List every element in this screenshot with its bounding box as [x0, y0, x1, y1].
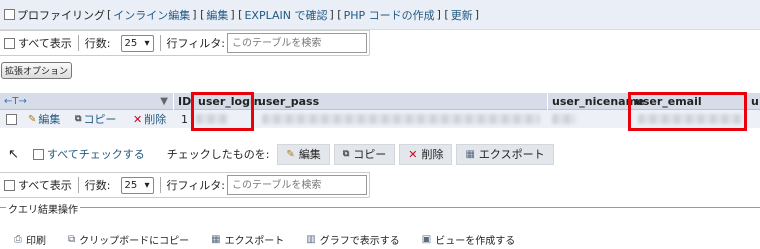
print-label: 印刷 — [26, 236, 46, 247]
check-all-row: ↖ すべてチェックする チェックしたものを: ✎ 編集 ⧉ コピー ✕ 削除 ▦… — [0, 143, 760, 165]
pencil-icon: ✎ — [28, 113, 37, 125]
show-all-checkbox[interactable] — [4, 179, 15, 191]
row-checkbox[interactable] — [6, 113, 17, 125]
row-edit-link[interactable]: ✎ 編集 — [28, 110, 60, 128]
create-view-link[interactable]: ▣ ビューを作成する — [422, 232, 515, 247]
rows-value: 25 — [124, 37, 138, 49]
chart-icon: ▥ — [306, 234, 316, 245]
arrow-up-left-icon: ↖ — [8, 146, 19, 162]
bulk-export-button[interactable]: ▦ エクスポート — [456, 143, 554, 165]
bracket: ] [ — [329, 8, 342, 21]
column-user-more[interactable]: u — [746, 93, 760, 110]
check-all-checkbox[interactable] — [32, 148, 44, 160]
bulk-delete-label: 削除 — [421, 148, 444, 161]
bulk-copy-label: コピー — [353, 148, 387, 161]
cell-user-nicename-redacted — [552, 114, 576, 124]
create-view-label: ビューを作成する — [435, 236, 516, 247]
bulk-delete-button[interactable]: ✕ 削除 — [399, 143, 453, 165]
highlight-user-email — [628, 92, 747, 131]
show-all-checkbox[interactable] — [4, 37, 15, 49]
row-delete-link[interactable]: ✕ 削除 — [133, 110, 166, 128]
bracket: ] [ — [230, 8, 243, 21]
export-icon: ▦ — [211, 234, 221, 245]
delete-icon: ✕ — [133, 112, 143, 126]
column-user-nicename[interactable]: user_nicename — [547, 93, 645, 110]
bracket: [ — [107, 8, 112, 21]
row-copy-label: コピー — [83, 113, 117, 126]
chevron-down-icon: ▾ — [144, 179, 150, 191]
print-icon: ⎙ — [14, 234, 22, 245]
row-copy-link[interactable]: ⧉ コピー — [75, 110, 116, 128]
view-icon: ▣ — [421, 234, 432, 245]
filter-input[interactable] — [227, 33, 368, 53]
delete-icon: ✕ — [408, 147, 418, 161]
copy-icon: ⧉ — [342, 149, 350, 159]
query-ops-list: ⎙ 印刷 ⧉ クリップボードにコピー ▦ エクスポート ▥ グラフで表示する ▣… — [0, 232, 537, 247]
show-all-label: すべて表示 — [18, 179, 72, 192]
divider — [159, 177, 161, 193]
inline-edit-link[interactable]: インライン編集 — [113, 7, 190, 23]
display-chart-link[interactable]: ▥ グラフで表示する — [306, 232, 399, 247]
rows-select[interactable]: 25 ▾ — [120, 34, 154, 52]
bulk-edit-button[interactable]: ✎ 編集 — [277, 143, 330, 165]
column-toggle[interactable]: ←T→ ▼ — [0, 93, 172, 110]
filter-input[interactable] — [227, 175, 368, 195]
bracket: ] [ — [436, 8, 449, 21]
show-all-label: すべて表示 — [18, 37, 72, 50]
copy-icon: ⧉ — [75, 114, 82, 124]
edit-query-link[interactable]: 編集 — [206, 7, 228, 23]
bracket: ] [ — [192, 8, 205, 21]
navigation-bottom: すべて表示 行数: 25 ▾ 行フィルタ: — [0, 172, 370, 198]
profiling-checkbox[interactable] — [4, 9, 15, 20]
check-all-label[interactable]: すべてチェックする — [47, 146, 145, 162]
highlight-user-login — [191, 92, 254, 131]
cell-id: 1 — [181, 112, 188, 126]
clipboard-icon: ⧉ — [68, 234, 76, 245]
profiling-bar: プロファイリング [ インライン編集 ] [ 編集 ] [ EXPLAIN で確… — [0, 0, 760, 30]
profiling-label: プロファイリング — [17, 8, 105, 22]
rows-select[interactable]: 25 ▾ — [120, 176, 154, 194]
bulk-export-label: エクスポート — [478, 148, 545, 161]
pencil-icon: ✎ — [286, 148, 295, 160]
sort-arrows-icon: ←T→ — [4, 96, 27, 107]
rows-label: 行数: — [84, 179, 111, 192]
refresh-link[interactable]: 更新 — [451, 7, 473, 23]
extended-options-button[interactable]: 拡張オプション — [1, 62, 72, 79]
navigation-top: すべて表示 行数: 25 ▾ 行フィルタ: — [0, 30, 370, 56]
query-results-operations: クエリ結果操作 ⎙ 印刷 ⧉ クリップボードにコピー ▦ エクスポート ▥ グラ… — [0, 201, 760, 249]
explain-link[interactable]: EXPLAIN で確認 — [244, 7, 327, 23]
divider — [159, 35, 161, 51]
bulk-edit-label: 編集 — [298, 148, 321, 161]
divider — [77, 177, 79, 193]
copy-to-clipboard-link[interactable]: ⧉ クリップボードにコピー — [68, 232, 189, 247]
row-edit-label: 編集 — [38, 113, 61, 126]
row-delete-label: 削除 — [144, 113, 167, 126]
column-id[interactable]: ID — [173, 93, 193, 110]
php-code-link[interactable]: PHP コードの作成 — [344, 7, 435, 23]
with-selected-label: チェックしたものを: — [166, 148, 270, 161]
column-user-pass[interactable]: user_pass — [253, 93, 547, 110]
query-ops-legend: クエリ結果操作 — [6, 201, 80, 216]
export-icon: ▦ — [465, 148, 475, 160]
chevron-down-icon: ▾ — [144, 37, 150, 49]
bulk-copy-button[interactable]: ⧉ コピー — [333, 143, 396, 165]
rows-value: 25 — [124, 179, 138, 191]
copy-to-clipboard-label: クリップボードにコピー — [79, 236, 190, 247]
bracket: ] — [474, 8, 480, 21]
cell-user-pass-redacted — [262, 114, 540, 124]
divider — [77, 35, 79, 51]
rows-label: 行数: — [84, 37, 111, 50]
display-chart-label: グラフで表示する — [319, 236, 400, 247]
chevron-down-icon[interactable]: ▼ — [160, 93, 168, 110]
export-link[interactable]: ▦ エクスポート — [211, 232, 284, 247]
filter-label: 行フィルタ: — [166, 37, 226, 50]
print-link[interactable]: ⎙ 印刷 — [14, 232, 46, 247]
export-label: エクスポート — [224, 236, 285, 247]
filter-label: 行フィルタ: — [166, 179, 226, 192]
